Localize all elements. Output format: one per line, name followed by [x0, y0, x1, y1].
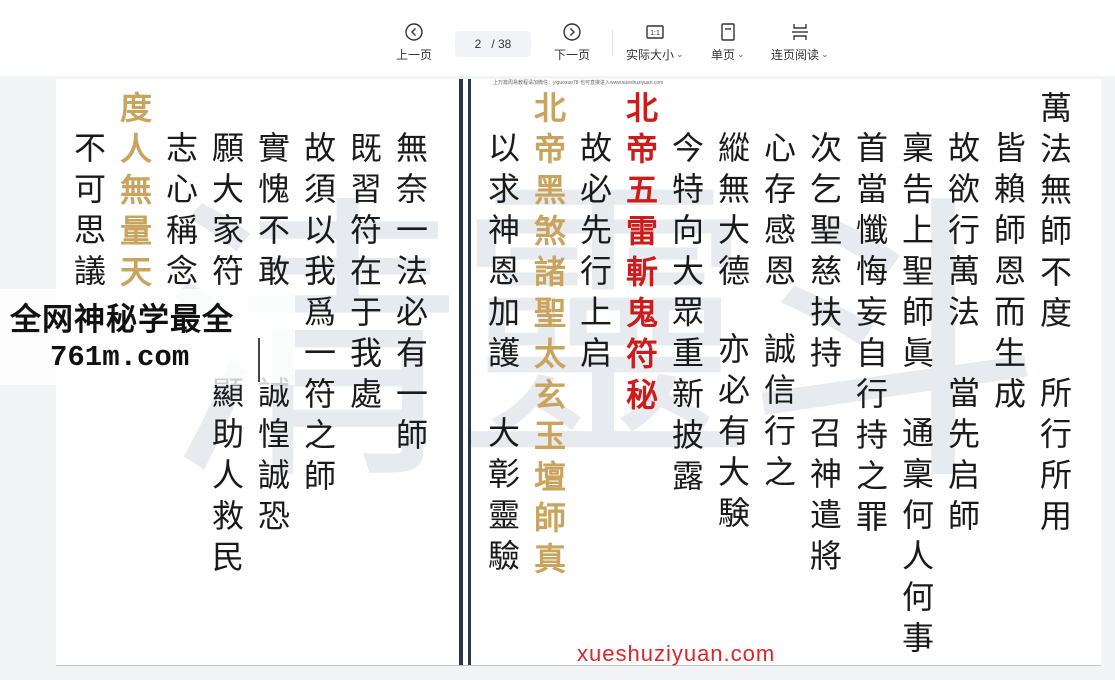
text-column: 願大家符 — [207, 131, 245, 295]
single-page-label: 单页 — [711, 48, 736, 62]
text-fragment: 亦必有大験 — [713, 332, 751, 537]
text-column: 故欲行萬法 — [943, 131, 981, 336]
current-page-number[interactable]: 2 — [475, 37, 482, 51]
text-column: 志心稱念 — [161, 131, 199, 295]
text-column: 皆賴師恩而生成 — [989, 131, 1027, 418]
page-indicator[interactable]: 2 / 38 — [455, 31, 531, 57]
text-column: 無奈一法必有一師 — [391, 131, 429, 459]
prev-page-label: 上一页 — [396, 48, 433, 62]
chevron-right-circle-icon — [563, 23, 581, 41]
gold-title-column: 度人無量天 — [115, 91, 153, 296]
single-page-icon — [721, 23, 735, 41]
toolbar-divider — [612, 30, 613, 56]
chevron-down-icon: ⌄ — [821, 49, 829, 59]
text-column: 不可思議 — [69, 131, 107, 295]
chevron-down-icon: ⌄ — [676, 49, 684, 59]
text-fragment: 誠惶誠恐 — [253, 376, 291, 540]
banner-divider — [258, 338, 260, 382]
actual-size-icon: 1:1 — [646, 25, 664, 39]
text-column: 今特向大眾重新披露 — [667, 131, 705, 500]
page-spine-line — [459, 79, 463, 666]
text-fragment: 顯助人救民 — [207, 376, 245, 581]
bottom-watermark: xueshuziyuan.com — [577, 641, 776, 666]
text-column: 既習符在于我處 — [345, 131, 383, 418]
text-column: 稟告上聖師眞 — [897, 131, 935, 377]
chevron-down-icon: ⌄ — [737, 49, 745, 59]
prev-page-button[interactable]: 上一页 — [396, 22, 432, 63]
text-column: 以求神恩加護 — [483, 131, 521, 377]
red-title-column: 北帝五雷斬鬼符秘 — [621, 91, 659, 419]
text-column: 故須以我爲一符之師 — [299, 131, 337, 500]
text-column: 故必先行上启 — [575, 131, 613, 377]
top-note: 上万篇周易教程请加微信：yiguoxue78 也可直接进入www.xueshuz… — [493, 80, 664, 86]
gold-title-column: 北帝黑煞諸聖太玄玉壇師真 — [529, 91, 567, 583]
svg-text:1:1: 1:1 — [650, 30, 660, 37]
text-fragment: 通稟何人何事 — [897, 416, 935, 662]
banner-url: 761m.com — [50, 341, 190, 374]
text-column: 縱無大德 — [713, 131, 751, 295]
continuous-page-icon — [791, 24, 808, 40]
actual-size-button[interactable]: 1:1 实际大小 ⌄ — [626, 22, 684, 63]
viewer-toolbar: 上一页 2 / 38 下一页 1:1 实际大小 ⌄ 单页 ⌄ 连页阅读 ⌄ — [0, 0, 1115, 76]
banner-title: 全网神秘学最全 — [10, 302, 234, 337]
actual-size-label: 实际大小 — [626, 48, 675, 62]
text-column: 萬法無師不度 — [1035, 91, 1073, 337]
chevron-left-circle-icon — [405, 23, 423, 41]
text-fragment: 當先启師 — [943, 376, 981, 540]
next-page-label: 下一页 — [554, 48, 591, 62]
continuous-reading-label: 连页阅读 — [771, 48, 820, 62]
single-page-button[interactable]: 单页 ⌄ — [711, 22, 745, 63]
continuous-reading-button[interactable]: 连页阅读 ⌄ — [771, 22, 829, 63]
text-fragment: 所行所用 — [1035, 376, 1073, 540]
text-column: 首當懺悔妄自行持之罪 — [851, 131, 889, 541]
next-page-button[interactable]: 下一页 — [554, 22, 590, 63]
text-fragment: 大彰靈驗 — [483, 416, 521, 580]
text-column: 次乞聖慈扶持 — [805, 131, 843, 377]
page-spine-line — [468, 79, 471, 666]
text-column: 心存感恩 — [759, 131, 797, 295]
text-fragment: 召神遣將 — [805, 416, 843, 580]
total-pages: / 38 — [491, 37, 512, 51]
text-fragment: 誠信行之 — [759, 332, 797, 496]
text-column: 實愧不敢 — [253, 131, 291, 295]
